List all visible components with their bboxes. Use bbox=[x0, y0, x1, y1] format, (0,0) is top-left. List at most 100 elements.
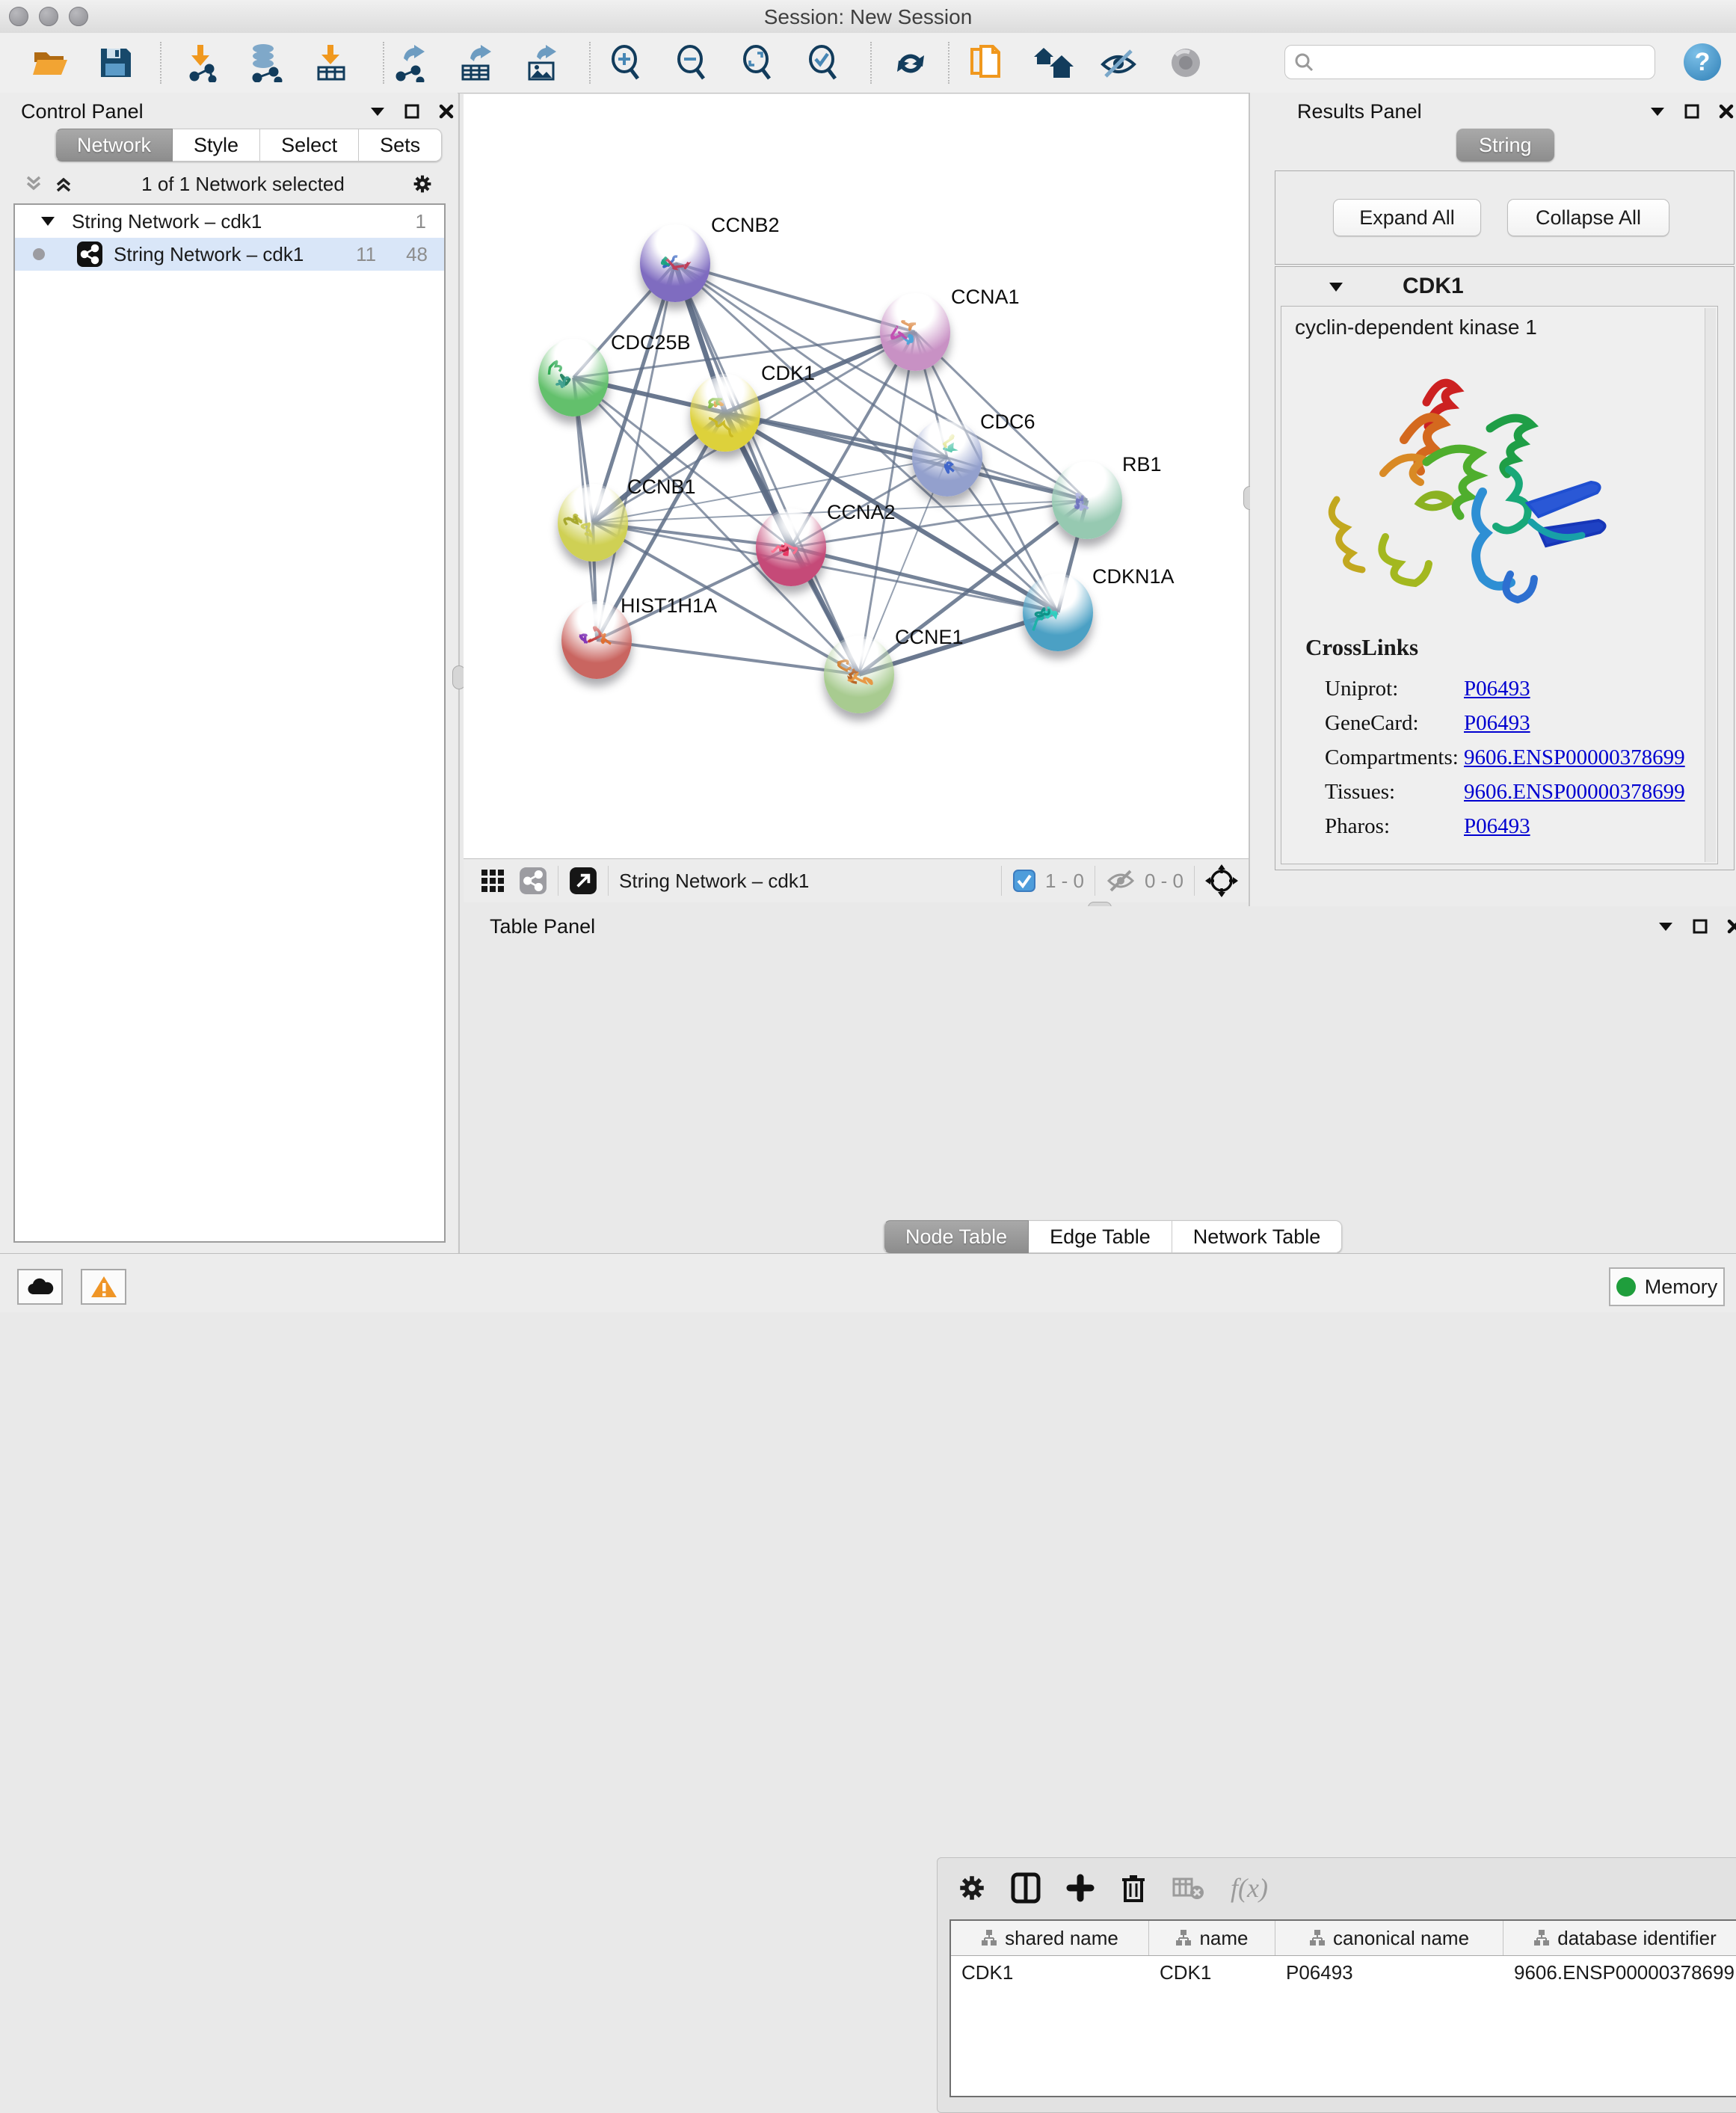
crosslink-link[interactable]: P06493 bbox=[1464, 677, 1530, 701]
network-node-cdc25b[interactable] bbox=[538, 339, 609, 416]
table-cell[interactable]: 9606.ENSP00000378699 bbox=[1503, 1956, 1736, 1989]
hide-selected-button[interactable] bbox=[1098, 43, 1139, 82]
zoom-in-button[interactable] bbox=[606, 43, 647, 82]
warnings-button[interactable] bbox=[81, 1269, 126, 1305]
function-builder-button[interactable]: f(x) bbox=[1231, 1872, 1268, 1904]
network-canvas[interactable]: CCNB2CCNA1CDC25BCDK1CDC6RB1CCNB1CCNA2CDK… bbox=[464, 94, 1250, 858]
eye-icon bbox=[1166, 45, 1206, 81]
tab-string[interactable]: String bbox=[1456, 129, 1554, 162]
table-settings-gear-icon[interactable] bbox=[958, 1874, 985, 1901]
cloud-button[interactable] bbox=[17, 1269, 63, 1305]
collection-expand-icon[interactable] bbox=[40, 215, 55, 227]
column-header-canonical-name[interactable]: canonical name bbox=[1275, 1921, 1503, 1955]
tab-network-table[interactable]: Network Table bbox=[1172, 1220, 1343, 1253]
panel-float-icon[interactable] bbox=[402, 102, 422, 121]
tab-select[interactable]: Select bbox=[260, 129, 359, 162]
column-header-shared-name[interactable]: shared name bbox=[951, 1921, 1149, 1955]
crosslink-link[interactable]: P06493 bbox=[1464, 711, 1530, 736]
zoom-selected-button[interactable] bbox=[803, 43, 845, 82]
window-title: Session: New Session bbox=[0, 5, 1736, 29]
table-header-row: shared name name canonical namedatabase id… bbox=[951, 1921, 1736, 1956]
expand-all-networks-icon[interactable] bbox=[54, 174, 73, 194]
network-view-icon[interactable] bbox=[519, 867, 547, 895]
network-node-cdc6[interactable] bbox=[912, 419, 982, 496]
gene-header-row[interactable]: CDK1 bbox=[1275, 267, 1734, 306]
import-network-from-database-button[interactable] bbox=[244, 43, 286, 82]
column-header-label: name bbox=[1199, 1927, 1248, 1950]
export-image-button[interactable] bbox=[522, 43, 564, 82]
table-float-icon[interactable] bbox=[1690, 917, 1710, 936]
open-session-button[interactable] bbox=[30, 43, 72, 82]
import-network-button[interactable] bbox=[181, 43, 223, 82]
results-close-icon[interactable] bbox=[1717, 102, 1736, 121]
grid-view-icon[interactable] bbox=[480, 868, 505, 894]
table-menu-icon[interactable] bbox=[1656, 917, 1675, 936]
export-network-button[interactable] bbox=[389, 43, 431, 82]
delete-table-icon[interactable] bbox=[1172, 1874, 1205, 1901]
tab-network[interactable]: Network bbox=[55, 129, 173, 162]
import-table-button[interactable] bbox=[311, 43, 353, 82]
memory-button[interactable]: Memory bbox=[1609, 1267, 1725, 1306]
results-menu-icon[interactable] bbox=[1648, 102, 1667, 121]
documents-icon bbox=[967, 43, 1006, 82]
network-edge[interactable] bbox=[597, 263, 675, 640]
tab-sets[interactable]: Sets bbox=[359, 129, 442, 162]
crosslink-link[interactable]: 9606.ENSP00000378699 bbox=[1464, 745, 1685, 770]
tab-node-table[interactable]: Node Table bbox=[884, 1220, 1029, 1253]
collapse-all-button[interactable]: Collapse All bbox=[1507, 199, 1669, 236]
table-content-box: f(x) shared name name canonical namedataba… bbox=[937, 1857, 1736, 2113]
expand-all-button[interactable]: Expand All bbox=[1333, 199, 1481, 236]
zoom-fit-button[interactable] bbox=[737, 43, 779, 82]
table-cell[interactable]: CDK1 bbox=[951, 1956, 1149, 1989]
add-column-icon[interactable] bbox=[1066, 1874, 1095, 1902]
birds-eye-navigator-icon[interactable] bbox=[1205, 864, 1238, 897]
table-close-icon[interactable] bbox=[1725, 917, 1736, 936]
gene-collapse-icon[interactable] bbox=[1328, 280, 1344, 293]
tab-style[interactable]: Style bbox=[173, 129, 260, 162]
node-gloss bbox=[566, 487, 619, 524]
results-scrollbar[interactable] bbox=[1705, 308, 1716, 862]
network-node-rb1[interactable] bbox=[1052, 461, 1122, 539]
detach-view-icon[interactable] bbox=[569, 867, 597, 895]
apply-layout-button[interactable] bbox=[890, 43, 932, 82]
table-cell[interactable]: P06493 bbox=[1275, 1956, 1503, 1989]
network-node-ccnb2[interactable] bbox=[640, 224, 710, 302]
network-node-cdk1[interactable] bbox=[690, 374, 760, 452]
search-input[interactable] bbox=[1320, 47, 1655, 77]
network-collection-row[interactable]: String Network – cdk1 1 bbox=[15, 205, 444, 238]
network-label: String Network – cdk1 bbox=[114, 243, 304, 266]
home-view-button[interactable] bbox=[1033, 43, 1075, 82]
table-row[interactable]: CDK1CDK1P064939606.ENSP00000378699cyclin… bbox=[951, 1956, 1736, 1989]
save-session-button[interactable] bbox=[94, 43, 136, 82]
show-columns-icon[interactable] bbox=[1011, 1872, 1041, 1904]
string-network-icon bbox=[76, 241, 103, 268]
network-node-cdkn1a[interactable] bbox=[1023, 573, 1093, 651]
selected-checkbox-icon[interactable] bbox=[1012, 869, 1036, 893]
help-button[interactable]: ? bbox=[1684, 43, 1721, 81]
network-node-ccne1[interactable] bbox=[824, 636, 894, 713]
network-edge[interactable] bbox=[675, 263, 915, 332]
network-node-ccna1[interactable] bbox=[880, 293, 950, 371]
panel-menu-icon[interactable] bbox=[368, 102, 387, 121]
crosslink-link[interactable]: 9606.ENSP00000378699 bbox=[1464, 780, 1685, 805]
delete-column-icon[interactable] bbox=[1120, 1872, 1147, 1904]
hidden-eye-icon[interactable] bbox=[1106, 868, 1136, 894]
tab-edge-table[interactable]: Edge Table bbox=[1029, 1220, 1172, 1253]
collapse-all-networks-icon[interactable] bbox=[24, 174, 43, 194]
show-all-button[interactable] bbox=[1165, 43, 1207, 82]
panel-close-icon[interactable] bbox=[437, 102, 456, 121]
network-node-ccna2[interactable] bbox=[756, 508, 826, 586]
column-header-name[interactable]: name bbox=[1149, 1921, 1275, 1955]
crosslink-link[interactable]: P06493 bbox=[1464, 814, 1530, 839]
export-table-button[interactable] bbox=[455, 43, 497, 82]
table-cell[interactable]: CDK1 bbox=[1149, 1956, 1275, 1989]
network-node-count: 11 bbox=[356, 243, 376, 266]
results-float-icon[interactable] bbox=[1682, 102, 1702, 121]
network-row[interactable]: String Network – cdk1 11 48 bbox=[15, 238, 444, 271]
network-node-ccnb1[interactable] bbox=[558, 484, 628, 562]
column-header-database-identifier[interactable]: database identifier bbox=[1503, 1921, 1736, 1955]
duplicate-network-button[interactable] bbox=[966, 43, 1008, 82]
network-options-gear-icon[interactable] bbox=[413, 174, 432, 194]
network-edge[interactable] bbox=[597, 640, 859, 674]
zoom-out-button[interactable] bbox=[671, 43, 713, 82]
